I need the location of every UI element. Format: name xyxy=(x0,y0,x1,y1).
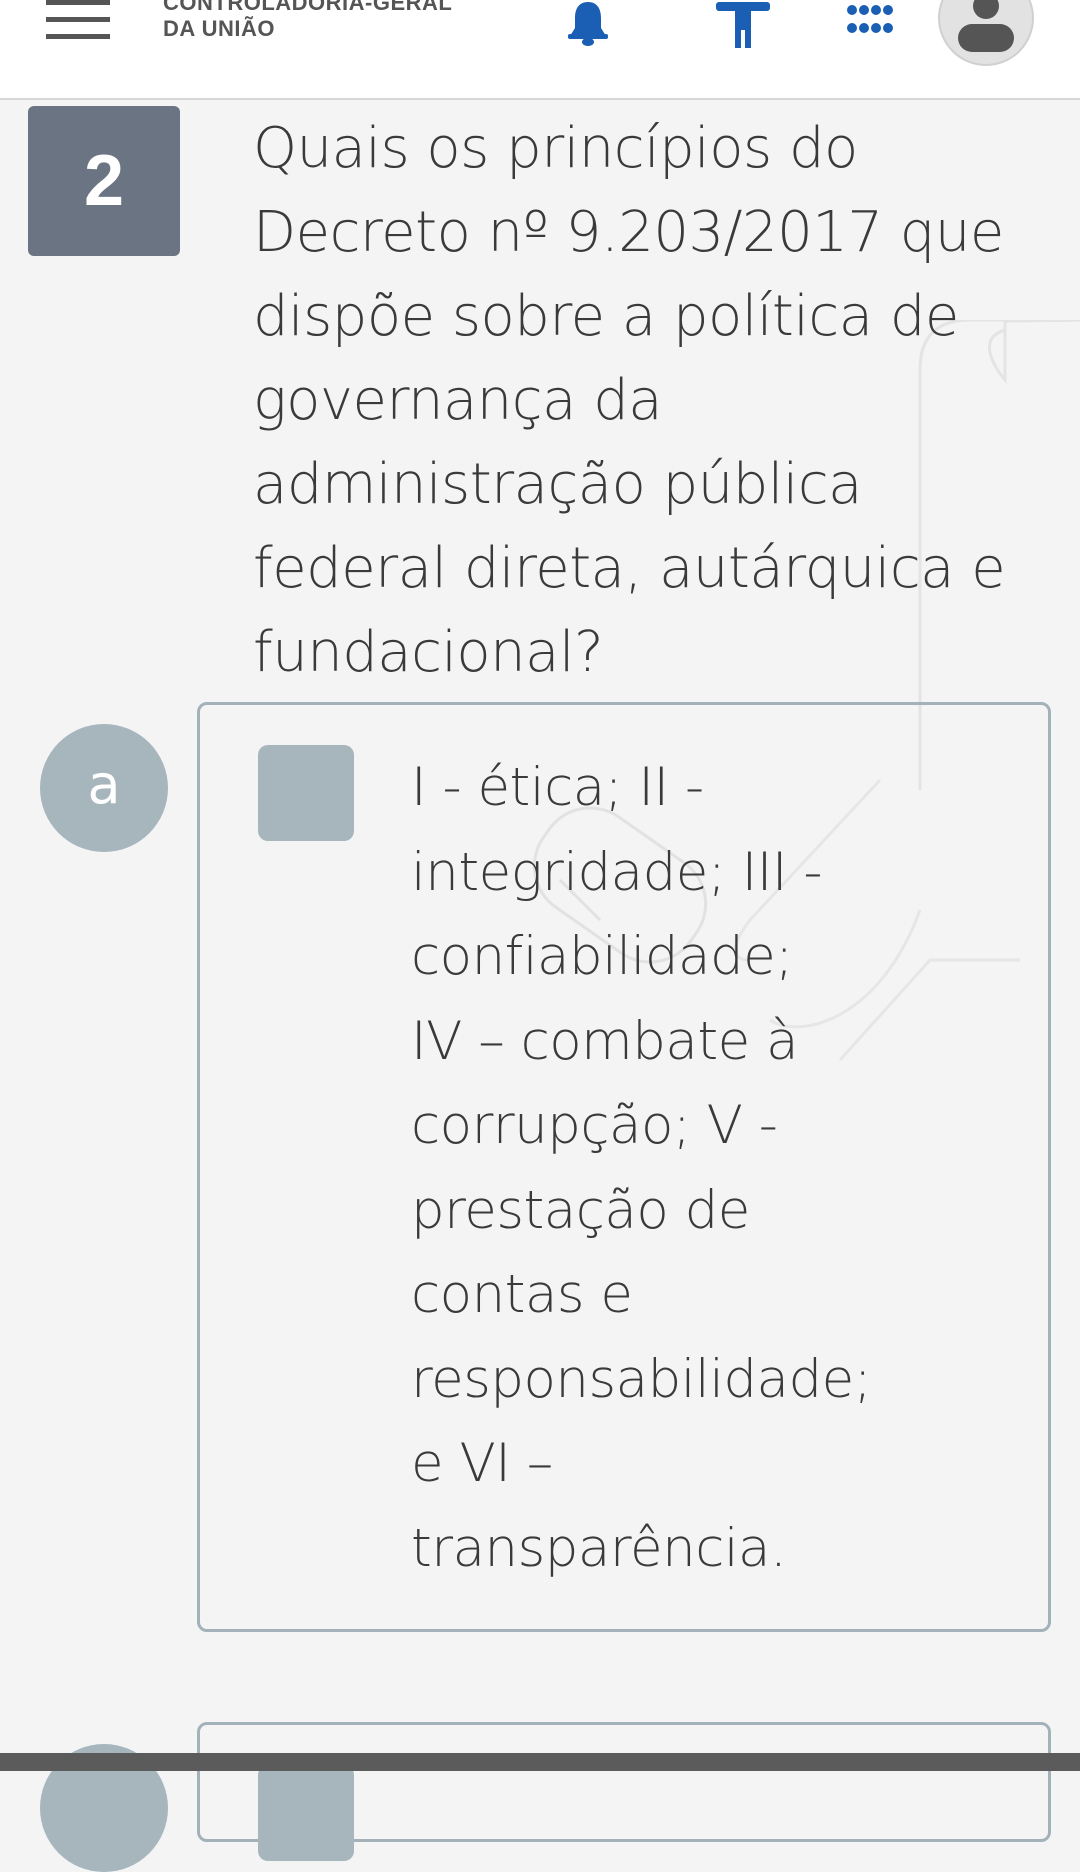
option-line: responsabilidade; xyxy=(411,1348,872,1410)
user-avatar-icon[interactable] xyxy=(938,0,1034,66)
option-text-a: I - ética; II - integridade; III - confi… xyxy=(411,746,931,1591)
bottom-bar xyxy=(0,1753,1080,1771)
option-line: confiabilidade; xyxy=(411,926,793,987)
option-line: I - ética; II - xyxy=(411,757,704,818)
brand-logo[interactable]: CONTROLADORIA-GERAL DA UNIÃO xyxy=(163,0,452,42)
option-letter-a: a xyxy=(40,724,168,852)
brand-line-1: CONTROLADORIA-GERAL xyxy=(163,0,453,15)
option-line: IV – combate à xyxy=(411,1010,799,1072)
option-line: prestação de xyxy=(411,1179,750,1241)
option-line: integridade; III - xyxy=(411,841,822,903)
question-text: Quais os princípios do Decreto nº 9.203/… xyxy=(253,116,1006,685)
option-checkbox-a[interactable] xyxy=(258,745,354,841)
brand-line-2: DA UNIÃO xyxy=(163,16,275,41)
apps-grid-icon[interactable] xyxy=(846,2,894,38)
option-line: e VI – xyxy=(411,1433,553,1494)
top-header: CONTROLADORIA-GERAL DA UNIÃO xyxy=(0,0,1080,100)
option-checkbox-next[interactable] xyxy=(258,1765,354,1861)
option-line: corrupção; V - xyxy=(411,1095,778,1156)
option-line: contas e xyxy=(411,1264,633,1325)
question-number-badge: 2 xyxy=(28,106,180,256)
bell-icon[interactable] xyxy=(566,0,610,46)
option-line: transparência. xyxy=(411,1517,787,1579)
hamburger-menu-icon[interactable] xyxy=(46,0,112,46)
accessibility-icon[interactable] xyxy=(712,0,774,50)
